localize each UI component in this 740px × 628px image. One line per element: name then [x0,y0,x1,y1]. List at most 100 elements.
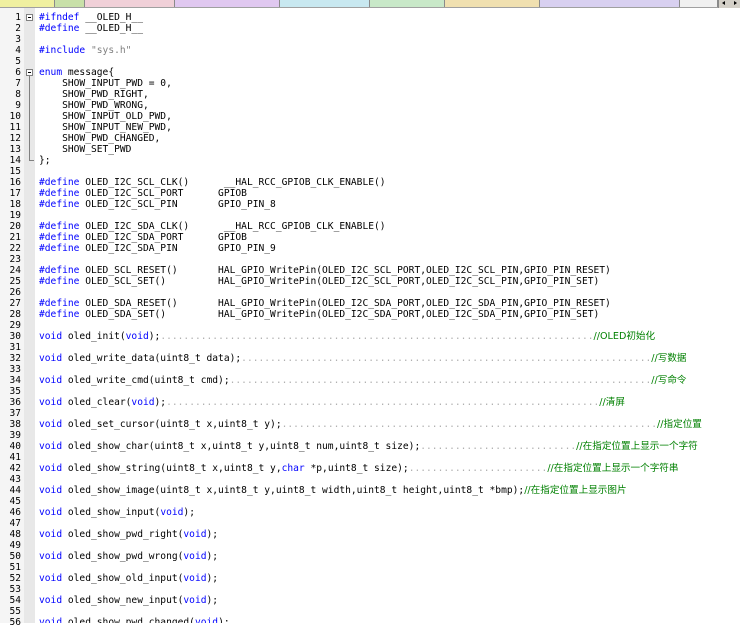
line-number: 2 [15,23,21,34]
keyword-token: void [183,573,207,584]
code-line[interactable]: void oled_write_data(uint8_t data);.....… [39,353,687,364]
code-line[interactable]: void oled_show_string(uint8_t x,uint8_t … [39,463,679,474]
code-line[interactable]: #define OLED_I2C_SDA_PIN GPIO_PIN_9 [39,243,276,254]
line-number: 31 [9,342,21,353]
code-line[interactable]: SHOW_PWD_WRONG, [39,100,149,111]
code-line[interactable]: void oled_show_new_input(void); [39,595,218,606]
code-line[interactable]: #define OLED_SCL_RESET() HAL_GPIO_WriteP… [39,265,611,276]
code-line[interactable]: void oled_show_pwd_right(void); [39,529,218,540]
code-line[interactable]: void oled_show_input(void); [39,507,195,518]
tab-scroll-left-icon[interactable] [719,0,729,7]
code-token: oled_set_cursor(uint8_t x,uint8_t y); [62,419,282,430]
code-line[interactable]: enum message{ [39,67,114,78]
line-number: 35 [9,386,21,397]
line-number: 18 [9,199,21,210]
line-number: 50 [9,551,21,562]
code-line[interactable]: void oled_show_old_input(void); [39,573,218,584]
fold-toggle-icon[interactable] [26,14,33,21]
code-token: SHOW_PWD_WRONG, [39,100,149,111]
code-token: oled_write_cmd(uint8_t cmd); [62,375,230,386]
code-line[interactable]: #define OLED_SDA_SET() HAL_GPIO_WritePin… [39,309,599,320]
file-tab[interactable] [85,0,175,7]
line-number: 12 [9,133,21,144]
code-token: OLED_I2C_SCL_CLK() __HAL_RCC_GPIOB_CLK_E… [79,177,386,188]
keyword-token: void [183,529,207,540]
code-line[interactable]: }; [39,155,51,166]
line-number: 46 [9,507,21,518]
comment-token: //写命令 [651,375,687,386]
code-line[interactable]: #define OLED_SDA_RESET() HAL_GPIO_WriteP… [39,298,611,309]
code-line[interactable]: void oled_show_pwd_changed(void); [39,617,230,623]
code-token: ); [206,573,219,584]
code-token: SHOW_PWD_CHANGED, [39,133,161,144]
file-tab[interactable] [370,0,445,7]
file-tab[interactable] [540,0,680,7]
whitespace-marker: ........................... [420,441,577,452]
code-token: OLED_I2C_SDA_CLK() __HAL_RCC_GPIOB_CLK_E… [79,221,386,232]
line-number: 20 [9,221,21,232]
code-line[interactable]: SHOW_PWD_CHANGED, [39,133,160,144]
code-line[interactable]: SHOW_INPUT_PWD = 0, [39,78,172,89]
comment-token: //OLED初始化 [593,331,656,342]
code-line[interactable]: #define OLED_I2C_SCL_CLK() __HAL_RCC_GPI… [39,177,386,188]
code-line[interactable]: #define OLED_I2C_SDA_CLK() __HAL_RCC_GPI… [39,221,386,232]
file-tab[interactable] [680,0,718,7]
code-line[interactable]: void oled_write_cmd(uint8_t cmd);.......… [39,375,687,386]
code-line[interactable]: #define OLED_I2C_SCL_PORT GPIOB [39,188,247,199]
code-line[interactable]: void oled_show_char(uint8_t x,uint8_t y,… [39,441,698,452]
comment-token: //在指定位置上显示一个字符 [576,441,698,452]
comment-token: //清屏 [599,397,625,408]
keyword-token: #define [39,243,80,254]
whitespace-marker: ........................................… [241,353,652,364]
line-number: 9 [15,100,21,111]
keyword-token: #ifndef [39,12,80,23]
code-line[interactable]: SHOW_SET_PWD [39,144,131,155]
line-number: 29 [9,320,21,331]
keyword-token: #define [39,199,80,210]
line-number: 34 [9,375,21,386]
code-line[interactable]: void oled_clear(void);..................… [39,397,625,408]
code-token: OLED_I2C_SDA_PIN GPIO_PIN_9 [79,243,276,254]
file-tab[interactable] [445,0,540,7]
code-line[interactable]: SHOW_PWD_RIGHT, [39,89,149,100]
file-tab[interactable] [280,0,370,7]
tab-scroll-right-icon[interactable] [730,0,740,7]
keyword-token: #define [39,177,80,188]
code-line[interactable]: void oled_set_cursor(uint8_t x,uint8_t y… [39,419,702,430]
code-editor[interactable]: #ifndef __OLED_H__ #define __OLED_H__ #inc… [35,8,740,623]
keyword-token: #include [39,45,86,56]
line-number: 47 [9,518,21,529]
code-line[interactable]: #define OLED_I2C_SDA_PORT GPIOB [39,232,247,243]
fold-guide-line [29,76,30,160]
file-tab[interactable] [175,0,280,7]
file-tab[interactable] [0,0,55,7]
line-number: 7 [15,78,21,89]
code-token: OLED_SDA_RESET() HAL_GPIO_WritePin(OLED_… [79,298,611,309]
code-line[interactable]: void oled_show_image(uint8_t x,uint8_t y… [39,485,627,496]
line-number: 23 [9,254,21,265]
code-token: SHOW_PWD_RIGHT, [39,89,149,100]
code-line[interactable]: #define __OLED_H__ [39,23,143,34]
code-line[interactable]: #define OLED_I2C_SCL_PIN GPIO_PIN_8 [39,199,276,210]
keyword-token: void [39,485,63,496]
code-line[interactable]: SHOW_INPUT_NEW_PWD, [39,122,172,133]
line-number: 41 [9,452,21,463]
code-line[interactable]: #ifndef __OLED_H__ [39,12,143,23]
keyword-token: #define [39,309,80,320]
code-line[interactable]: #include "sys.h" [39,45,131,56]
keyword-token: void [39,595,63,606]
code-line[interactable]: SHOW_INPUT_OLD_PWD, [39,111,172,122]
line-number: 27 [9,298,21,309]
code-token: oled_show_pwd_right( [62,529,184,540]
keyword-token: void [39,419,63,430]
whitespace-marker: ........................ [408,463,548,474]
code-line[interactable]: #define OLED_SCL_SET() HAL_GPIO_WritePin… [39,276,599,287]
fold-toggle-icon[interactable] [26,69,33,76]
code-token: message{ [62,67,115,78]
line-number: 54 [9,595,21,606]
line-number: 10 [9,111,21,122]
code-line[interactable]: void oled_show_pwd_wrong(void); [39,551,218,562]
code-line[interactable]: void oled_init(void);...................… [39,331,655,342]
line-number: 28 [9,309,21,320]
file-tab[interactable] [55,0,85,7]
